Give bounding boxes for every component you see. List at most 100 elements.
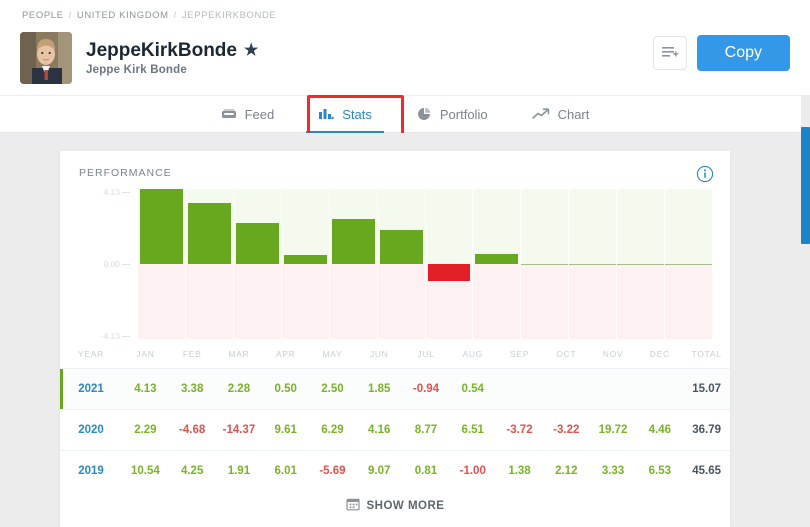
y-tick-label-min: -4.13 — [100, 331, 120, 341]
table-cell-feb: 3.38 — [168, 368, 216, 410]
table-cell-year[interactable]: 2019 — [60, 451, 122, 492]
chart-y-axis: 4.13 0.00 -4.13 — [76, 187, 120, 341]
table-cell-jul: -0.94 — [402, 368, 450, 410]
table-cell-jun: 4.16 — [368, 424, 391, 436]
table-cell-may: -5.69 — [319, 465, 346, 477]
info-icon[interactable] — [696, 165, 714, 183]
chart-bar-may[interactable] — [329, 189, 378, 339]
star-icon[interactable]: ★ — [244, 42, 258, 59]
tab-feed-label: Feed — [244, 106, 275, 122]
feed-icon — [221, 107, 237, 121]
display-name-text: JeppeKirkBonde — [86, 39, 237, 61]
bar-value — [427, 264, 471, 282]
table-col-oct: OCT — [556, 349, 577, 359]
table-row[interactable]: 2020 2.29 -4.68 -14.37 9.61 6.29 4.16 8.77 6.51 -… — [60, 409, 730, 451]
breadcrumb-item-people[interactable]: PEOPLE — [22, 10, 64, 21]
table-header-row: YEAR JAN FEB MAR APR MAY JUN JUL AUG SEP OCT NOV DEC… — [60, 339, 730, 369]
tab-bar: Feed Stats Portfolio Chart — [0, 95, 810, 133]
table-cell-aug: -1.00 — [459, 465, 486, 477]
y-axis-tick-mark — [122, 264, 130, 265]
table-cell-feb: -4.68 — [179, 424, 206, 436]
table-cell-year[interactable]: 2020 — [60, 410, 122, 451]
app-root: PEOPLE / UNITED KINGDOM / JEPPEKIRKBONDE — [0, 0, 810, 527]
chart-negative-band — [281, 264, 329, 339]
chart-bar-mar[interactable] — [233, 189, 282, 339]
profile-header: PEOPLE / UNITED KINGDOM / JEPPEKIRKBONDE — [0, 0, 810, 95]
avatar-image — [20, 32, 72, 84]
real-name: Jeppe Kirk Bonde — [86, 64, 187, 77]
tab-stats[interactable]: Stats — [296, 96, 394, 133]
table-col-jan: JAN — [136, 349, 155, 359]
chart-bar-jul[interactable] — [425, 189, 474, 339]
breadcrumb-item-country[interactable]: UNITED KINGDOM — [77, 10, 169, 21]
chart-bar-jan[interactable] — [138, 189, 186, 339]
chart-negative-band — [185, 264, 233, 339]
tab-stats-label: Stats — [342, 106, 372, 122]
chart-plot-area — [138, 189, 713, 339]
table-cell-jun: 1.85 — [355, 368, 403, 410]
tab-portfolio[interactable]: Portfolio — [394, 96, 510, 133]
table-col-may: MAY — [322, 349, 343, 359]
tab-feed[interactable]: Feed — [199, 96, 297, 133]
chart-bar-jun[interactable] — [377, 189, 426, 339]
table-cell-jan: 2.29 — [134, 424, 157, 436]
tab-chart[interactable]: Chart — [510, 96, 612, 133]
page-scrollbar-track[interactable] — [801, 95, 810, 527]
tab-portfolio-label: Portfolio — [439, 106, 488, 122]
y-axis-tick-mark — [122, 192, 130, 193]
table-cell-feb: 4.25 — [180, 465, 204, 477]
page-scrollbar-thumb[interactable] — [801, 127, 810, 244]
table-body: 2021 4.13 3.38 2.28 0.50 2.50 1.85 -0.94 0.54 15.… — [60, 368, 730, 492]
table-cell-aug: 6.51 — [461, 424, 484, 436]
table-header: YEAR JAN FEB MAR APR MAY JUN JUL AUG SEP OCT NOV DEC… — [60, 339, 730, 369]
add-to-list-button[interactable] — [652, 36, 687, 70]
table-cell-jan: 10.54 — [130, 465, 160, 477]
chart-negative-band — [233, 264, 281, 339]
table-cell-mar: -14.37 — [222, 424, 256, 436]
main-content: PERFORMANCE 4.13 0.00 -4.13 YEAR JAN FEB… — [0, 133, 810, 527]
avatar[interactable] — [20, 32, 72, 84]
show-more-label: SHOW MORE — [366, 499, 445, 512]
chart-bar-apr[interactable] — [281, 189, 330, 339]
chart-negative-band — [473, 264, 521, 339]
card-title: PERFORMANCE — [79, 167, 172, 179]
chart-bar-feb[interactable] — [185, 189, 234, 339]
performance-card: PERFORMANCE 4.13 0.00 -4.13 YEAR JAN FEB… — [60, 151, 730, 527]
copy-button[interactable]: Copy — [696, 35, 790, 71]
table-cell-jul: 0.81 — [414, 465, 438, 477]
bar-value — [283, 254, 327, 264]
page-title: JeppeKirkBonde ★ — [86, 40, 258, 62]
table-cell-may: 6.29 — [321, 424, 344, 436]
table-cell-jul: 8.77 — [414, 424, 438, 436]
table-cell-jan: 4.13 — [122, 368, 169, 410]
table-col-jun: JUN — [369, 349, 389, 359]
bar-value — [140, 189, 183, 264]
chart-bar-aug[interactable] — [473, 189, 522, 339]
table-cell-year[interactable]: 2021 — [60, 368, 122, 410]
breadcrumb-separator: / — [173, 10, 177, 21]
chart-positive-band — [473, 189, 521, 264]
pie-chart-icon — [416, 107, 432, 121]
chart-bar-sep[interactable] — [521, 189, 570, 339]
chart-bar-oct[interactable] — [569, 189, 618, 339]
bar-value — [187, 202, 231, 264]
table-cell-mar: 1.91 — [227, 465, 251, 477]
table-cell-dec: 6.53 — [648, 465, 671, 477]
show-more-button[interactable]: SHOW MORE — [60, 491, 730, 514]
table-row[interactable]: 2021 4.13 3.38 2.28 0.50 2.50 1.85 -0.94 0.54 15.… — [60, 368, 730, 410]
table-col-mar: MAR — [228, 349, 250, 359]
chart-negative-band — [138, 264, 185, 339]
y-axis-tick-mark — [122, 336, 130, 337]
breadcrumb: PEOPLE / UNITED KINGDOM / JEPPEKIRKBONDE — [0, 0, 810, 21]
table-cell-may: 2.50 — [309, 368, 356, 410]
table-row[interactable]: 2019 10.54 4.25 1.91 6.01 -5.69 9.07 0.81 -1.00 1… — [60, 450, 730, 492]
table-col-year: YEAR — [78, 349, 104, 359]
table-cell-dec: 4.46 — [648, 424, 671, 436]
table-col-dec: DEC — [649, 349, 670, 359]
chart-bar-nov[interactable] — [617, 189, 666, 339]
chart-bar-dec[interactable] — [665, 189, 713, 339]
name-block: JeppeKirkBonde ★ Jeppe Kirk Bonde — [86, 40, 258, 77]
table-cell-oct — [542, 368, 590, 410]
performance-table: YEAR JAN FEB MAR APR MAY JUN JUL AUG SEP OCT NOV DEC… — [60, 339, 730, 491]
chart-zero-line — [569, 264, 617, 265]
